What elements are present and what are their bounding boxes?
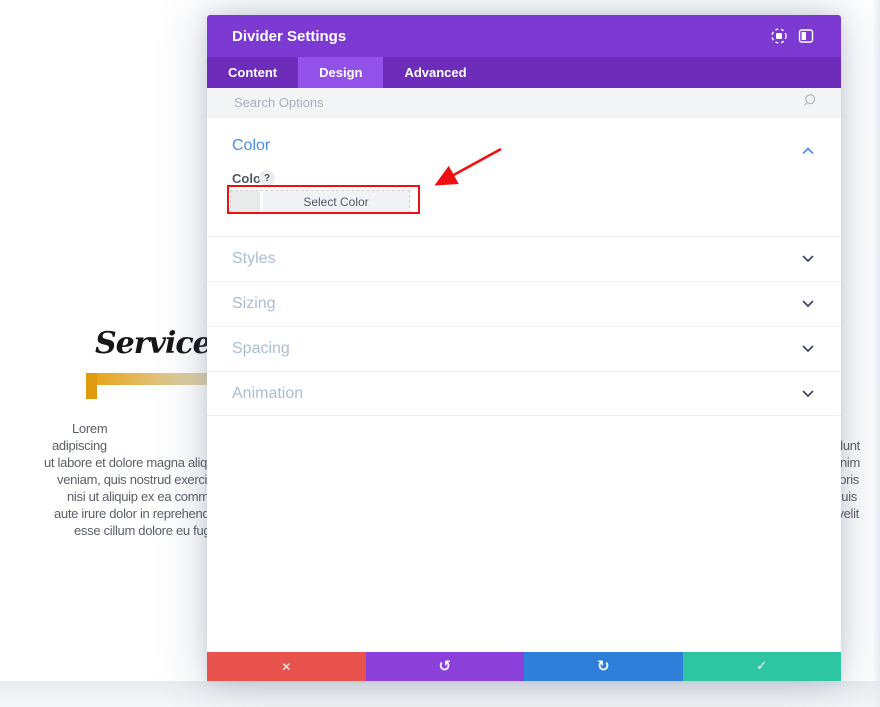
undo-button[interactable]: ↺ (366, 652, 525, 681)
modal-footer: ✕ ↺ ↻ ✓ (207, 652, 841, 681)
section-sizing-title: Sizing (232, 295, 276, 313)
section-animation-title: Animation (232, 385, 303, 403)
chevron-down-icon (802, 340, 814, 358)
section-styles[interactable]: Styles (207, 236, 841, 281)
redo-button[interactable]: ↻ (524, 652, 683, 681)
chevron-down-icon (802, 295, 814, 313)
lorem-line: Lorem (72, 422, 107, 436)
select-color-button[interactable]: Select Color (263, 191, 409, 212)
expand-icon[interactable] (770, 27, 788, 45)
modal-title: Divider Settings (232, 28, 770, 45)
section-sizing[interactable]: Sizing (207, 281, 841, 326)
modal-header: Divider Settings (207, 15, 841, 57)
page-bottom-strip (0, 681, 880, 707)
divider-block (86, 373, 97, 399)
help-icon[interactable]: ? (259, 170, 275, 186)
page-right-edge (872, 0, 880, 707)
lorem-line: adipiscing (52, 439, 107, 453)
search-bar (207, 88, 841, 118)
modal-tabs: Content Design Advanced (207, 57, 841, 88)
divider-settings-modal: Divider Settings Content Design Advanced (207, 15, 841, 681)
section-spacing-title: Spacing (232, 340, 290, 358)
section-color-title: Color (232, 137, 270, 155)
tab-design[interactable]: Design (298, 57, 383, 88)
color-picker-control[interactable]: Select Color (230, 190, 410, 213)
section-color: Color Color ? Select Color (207, 118, 841, 236)
discard-button[interactable]: ✕ (207, 652, 366, 681)
tab-content[interactable]: Content (207, 57, 298, 88)
search-icon (802, 93, 817, 113)
redo-icon: ↻ (597, 659, 610, 674)
chevron-down-icon (802, 250, 814, 268)
search-input[interactable] (232, 94, 802, 111)
modal-content: Color Color ? Select Color Styles Sizing (207, 118, 841, 652)
section-styles-title: Styles (232, 250, 276, 268)
save-button[interactable]: ✓ (683, 652, 842, 681)
snap-panel-icon[interactable] (797, 27, 815, 45)
undo-icon: ↺ (438, 659, 451, 674)
x-icon: ✕ (281, 661, 291, 673)
section-spacing[interactable]: Spacing (207, 326, 841, 371)
tab-advanced[interactable]: Advanced (383, 57, 487, 88)
section-animation[interactable]: Animation (207, 371, 841, 416)
chevron-down-icon (802, 385, 814, 403)
chevron-up-icon[interactable] (802, 142, 814, 160)
check-icon: ✓ (756, 660, 767, 673)
color-swatch[interactable] (231, 191, 263, 212)
